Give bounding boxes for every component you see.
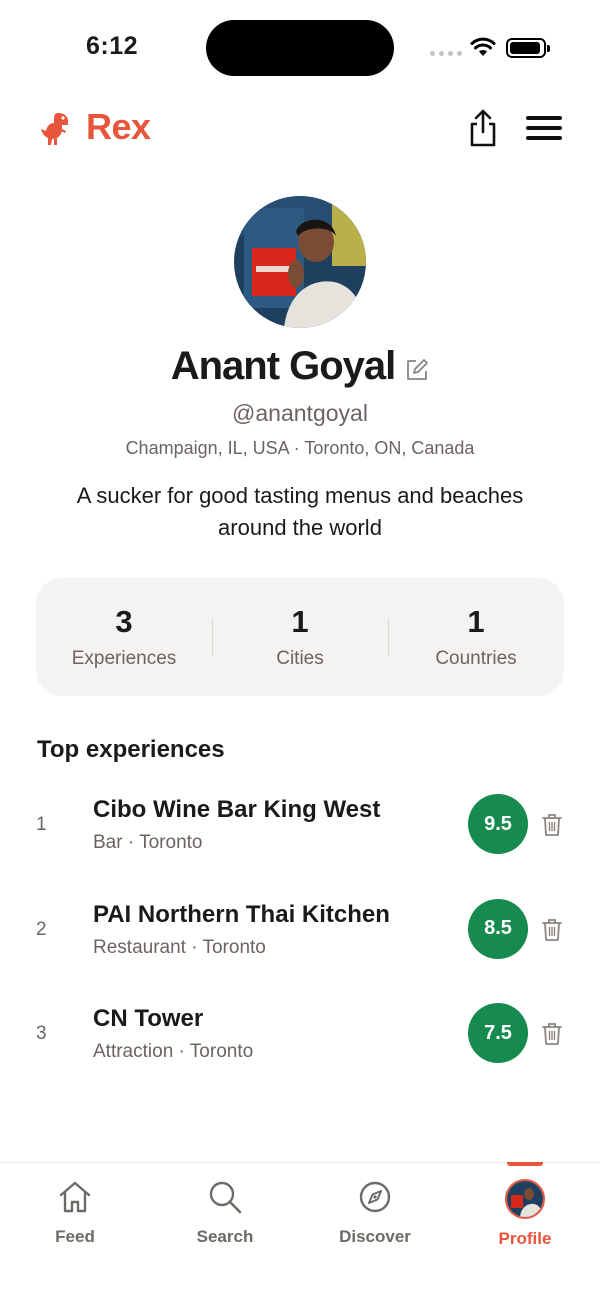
tab-profile[interactable]: Profile	[450, 1162, 600, 1304]
wifi-icon	[470, 37, 496, 56]
profile-bio: A sucker for good tasting menus and beac…	[76, 483, 524, 540]
experience-name: PAI Northern Thai Kitchen	[93, 900, 390, 928]
profile-locations: Champaign, IL, USA · Toronto, ON, Canada	[125, 438, 475, 458]
tab-bar: Feed Search Discover Profile	[0, 1162, 600, 1304]
active-tab-indicator	[507, 1162, 543, 1166]
section-title: Top experiences	[37, 736, 225, 763]
tab-search[interactable]: Search	[150, 1163, 300, 1304]
home-icon	[59, 1181, 91, 1213]
stat-experiences[interactable]: 3 Experiences	[36, 578, 212, 696]
stats-card: 3 Experiences 1 Cities 1 Countries	[36, 578, 564, 696]
status-bar: 6:12	[0, 0, 600, 96]
stat-value: 1	[467, 604, 485, 639]
compass-icon	[359, 1181, 391, 1213]
dynamic-island	[206, 20, 394, 76]
app-header: Rex	[0, 100, 600, 156]
dinosaur-icon	[41, 113, 68, 145]
profile-handle: @anantgoyal	[232, 400, 368, 426]
tab-label: Feed	[55, 1227, 95, 1246]
stat-value: 1	[291, 604, 309, 639]
experience-meta: Attraction · Toronto	[93, 1041, 254, 1062]
app-logo[interactable]: Rex	[38, 106, 151, 148]
experience-meta: Bar · Toronto	[93, 832, 203, 853]
avatar	[505, 1179, 545, 1219]
experience-name: CN Tower	[93, 1005, 204, 1032]
cellular-signal-icon	[430, 51, 462, 56]
hamburger-menu-icon[interactable]	[526, 114, 562, 142]
score-badge: 8.5	[468, 898, 528, 959]
stat-value: 3	[115, 604, 133, 639]
profile-name-row: Anant Goyal	[0, 344, 600, 389]
experience-item[interactable]: 3 CN Tower Attraction · Toronto 7.5	[0, 989, 600, 1094]
experience-meta: Restaurant · Toronto	[93, 936, 266, 958]
stat-label: Experiences	[71, 648, 177, 669]
trash-icon[interactable]	[541, 813, 563, 837]
tab-discover[interactable]: Discover	[300, 1163, 450, 1304]
trash-icon[interactable]	[541, 918, 563, 942]
profile-avatar[interactable]	[234, 196, 366, 328]
profile-photo	[234, 196, 366, 328]
battery-icon	[506, 38, 550, 58]
tab-label: Search	[196, 1227, 254, 1246]
tab-label: Discover	[339, 1227, 411, 1246]
profile-name: Anant Goyal	[170, 344, 397, 388]
experience-item[interactable]: 1 Cibo Wine Bar King West Bar · Toronto …	[0, 780, 600, 885]
experience-name: Cibo Wine Bar King West	[93, 796, 381, 823]
stat-cities[interactable]: 1 Cities	[212, 578, 388, 696]
stat-label: Countries	[435, 648, 517, 669]
edit-icon[interactable]	[405, 358, 429, 382]
search-icon	[209, 1181, 242, 1214]
app-name: Rex	[86, 106, 151, 147]
score-badge: 7.5	[468, 1003, 528, 1063]
tab-feed[interactable]: Feed	[0, 1163, 150, 1304]
experience-list: 1 Cibo Wine Bar King West Bar · Toronto …	[0, 780, 600, 1094]
experience-rank: 2	[36, 918, 47, 940]
experience-item[interactable]: 2 PAI Northern Thai Kitchen Restaurant ·…	[0, 885, 600, 990]
stat-countries[interactable]: 1 Countries	[388, 578, 564, 696]
trash-icon[interactable]	[541, 1022, 563, 1046]
score-badge: 9.5	[468, 794, 528, 854]
experience-rank: 3	[36, 1023, 47, 1044]
status-time: 6:12	[86, 32, 139, 60]
share-icon[interactable]	[466, 108, 500, 148]
stat-label: Cities	[276, 648, 324, 669]
tab-label: Profile	[498, 1229, 552, 1248]
experience-rank: 1	[36, 814, 47, 835]
